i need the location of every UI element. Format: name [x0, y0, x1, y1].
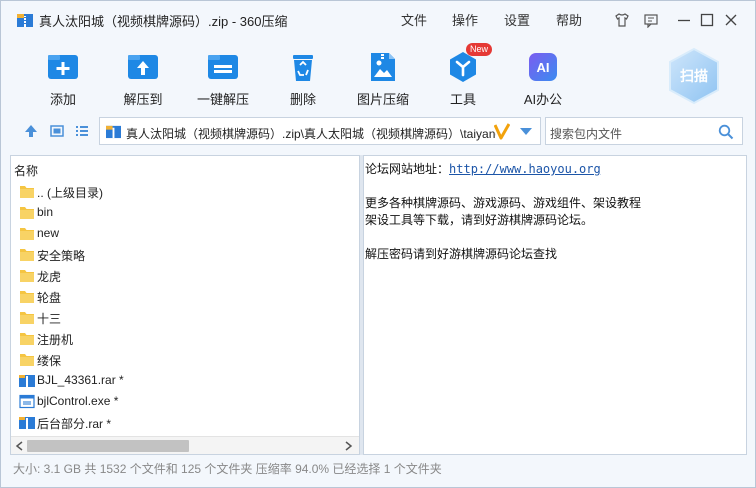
maximize-icon[interactable]: [699, 12, 715, 28]
file-name: 十三: [37, 312, 62, 326]
image-compress-button[interactable]: 图片压缩: [347, 47, 419, 109]
note-line-3: 架设工具等下载，请到好游棋牌源码论坛。: [365, 213, 594, 227]
file-name: 安全策略: [37, 249, 86, 263]
list-item[interactable]: 后台部分.rar *: [19, 412, 349, 433]
menu-settings[interactable]: 设置: [504, 10, 530, 29]
column-header-name[interactable]: 名称: [14, 162, 38, 179]
scan-shield-icon: 扫描: [669, 47, 719, 105]
note-line-2: 更多各种棋牌源码、游戏源码、游戏组件、架设教程: [365, 196, 642, 210]
folder-icon: [20, 228, 34, 240]
scan-button[interactable]: 扫描: [668, 47, 720, 105]
list-item[interactable]: new: [19, 223, 349, 244]
tools-label: 工具: [449, 92, 476, 107]
delete-label: 删除: [289, 92, 316, 107]
add-label: 添加: [49, 92, 76, 107]
thumbnail-view-icon[interactable]: [49, 123, 65, 139]
app-window: 真人汰阳城（视频棋牌源码）.zip - 360压缩 文件 操作 设置 帮助 添加…: [0, 0, 756, 488]
folder-icon: [20, 291, 34, 303]
file-name: new: [37, 226, 60, 240]
image-compress-label: 图片压缩: [356, 92, 409, 107]
rar-archive-icon: [19, 375, 35, 387]
list-view-icon[interactable]: [74, 123, 90, 139]
up-arrow-icon[interactable]: [23, 123, 39, 139]
file-name: .. (上级目录): [37, 186, 103, 200]
folder-icon: [20, 186, 34, 198]
horizontal-scrollbar[interactable]: [11, 436, 359, 454]
file-name: 后台部分.rar *: [37, 417, 112, 431]
search-box[interactable]: 搜索包内文件: [545, 117, 743, 145]
list-item[interactable]: 轮盘: [19, 286, 349, 307]
list-item[interactable]: 龙虎: [19, 265, 349, 286]
add-button[interactable]: 添加: [27, 47, 99, 109]
one-click-extract-button[interactable]: 一键解压: [187, 47, 259, 109]
delete-button[interactable]: 删除: [267, 47, 339, 109]
ai-icon-text: AI: [537, 60, 550, 75]
tools-button[interactable]: 工具: [427, 47, 499, 109]
list-item[interactable]: 注册机: [19, 328, 349, 349]
folder-icon: [20, 270, 34, 282]
ai-office-button[interactable]: AI AI办公: [507, 47, 579, 109]
scan-label: 扫描: [680, 68, 708, 85]
list-item[interactable]: bin: [19, 202, 349, 223]
folder-icon: [20, 312, 34, 324]
folder-icon: [20, 207, 34, 219]
list-item[interactable]: bjlControl.exe *: [19, 391, 349, 412]
list-item[interactable]: 缕保: [19, 349, 349, 370]
file-name: BJL_43361.rar *: [37, 373, 124, 387]
file-name: 轮盘: [37, 291, 62, 305]
file-name: 注册机: [37, 333, 74, 347]
forum-link[interactable]: http://www.haoyou.org: [449, 162, 601, 176]
file-name: bjlControl.exe *: [37, 394, 119, 408]
folder-icon: [20, 249, 34, 261]
chevron-down-icon[interactable]: [520, 128, 532, 136]
feedback-icon[interactable]: [643, 12, 659, 28]
image-compress-icon: [371, 53, 395, 81]
menu-help[interactable]: 帮助: [556, 10, 582, 29]
recycle-bin-icon: [293, 55, 313, 81]
file-name: 龙虎: [37, 270, 62, 284]
note-line-4: 解压密码请到好游棋牌源码论坛查找: [365, 247, 558, 261]
status-bar: 大小: 3.1 GB 共 1532 个文件和 125 个文件夹 压缩率 94.0…: [13, 462, 442, 476]
list-item[interactable]: 安全策略: [19, 244, 349, 265]
zip-file-icon: [106, 125, 121, 139]
note-site-label: 论坛网站地址：: [365, 162, 450, 176]
list-item[interactable]: BJL_43361.rar *: [19, 370, 349, 391]
menu-file[interactable]: 文件: [401, 10, 427, 29]
search-placeholder: 搜索包内文件: [550, 127, 623, 141]
file-name: 缕保: [37, 354, 62, 368]
folder-icon: [20, 333, 34, 345]
new-badge: New: [466, 43, 492, 56]
list-item[interactable]: .. (上级目录): [19, 181, 349, 202]
menu-operate[interactable]: 操作: [452, 10, 478, 29]
exe-file-icon: [19, 394, 35, 409]
window-title: 真人汰阳城（视频棋牌源码）.zip - 360压缩: [39, 14, 288, 29]
ai-office-icon: AI: [529, 53, 557, 81]
extract-to-icon: [128, 55, 158, 79]
add-icon: [48, 55, 78, 79]
address-path: 真人汰阳城（视频棋牌源码）.zip\真人太阳城（视频棋牌源码）\taiyang: [126, 127, 496, 141]
scrollbar-thumb[interactable]: [27, 440, 189, 452]
v-check-icon[interactable]: [494, 122, 510, 140]
list-item[interactable]: 十三: [19, 307, 349, 328]
one-click-extract-icon: [208, 55, 238, 79]
title-bar: 真人汰阳城（视频棋牌源码）.zip - 360压缩 文件 操作 设置 帮助: [1, 1, 755, 35]
ai-office-label: AI办公: [523, 92, 563, 107]
file-name: bin: [37, 205, 54, 219]
minimize-icon[interactable]: [676, 12, 692, 28]
skin-shirt-icon[interactable]: [614, 12, 630, 28]
scroll-right-icon[interactable]: [345, 441, 353, 451]
note-line-1: 论坛网站地址：http://www.haoyou.org: [365, 160, 601, 177]
close-icon[interactable]: [723, 12, 739, 28]
rar-archive-icon: [19, 417, 35, 429]
file-list-pane[interactable]: 名称 .. (上级目录) bin new 安全策略 龙虎 轮盘 十三 注册机 缕…: [10, 155, 360, 455]
extract-to-label: 解压到: [123, 92, 163, 107]
search-icon[interactable]: [718, 124, 734, 140]
zip-app-icon: [17, 14, 33, 27]
address-bar[interactable]: 真人汰阳城（视频棋牌源码）.zip\真人太阳城（视频棋牌源码）\taiyang: [99, 117, 541, 145]
folder-icon: [20, 354, 34, 366]
archive-comment-pane: 论坛网站地址：http://www.haoyou.org 更多各种棋牌源码、游戏…: [363, 155, 747, 455]
one-click-extract-label: 一键解压: [196, 92, 249, 107]
extract-to-button[interactable]: 解压到: [107, 47, 179, 109]
scroll-left-icon[interactable]: [15, 441, 23, 451]
